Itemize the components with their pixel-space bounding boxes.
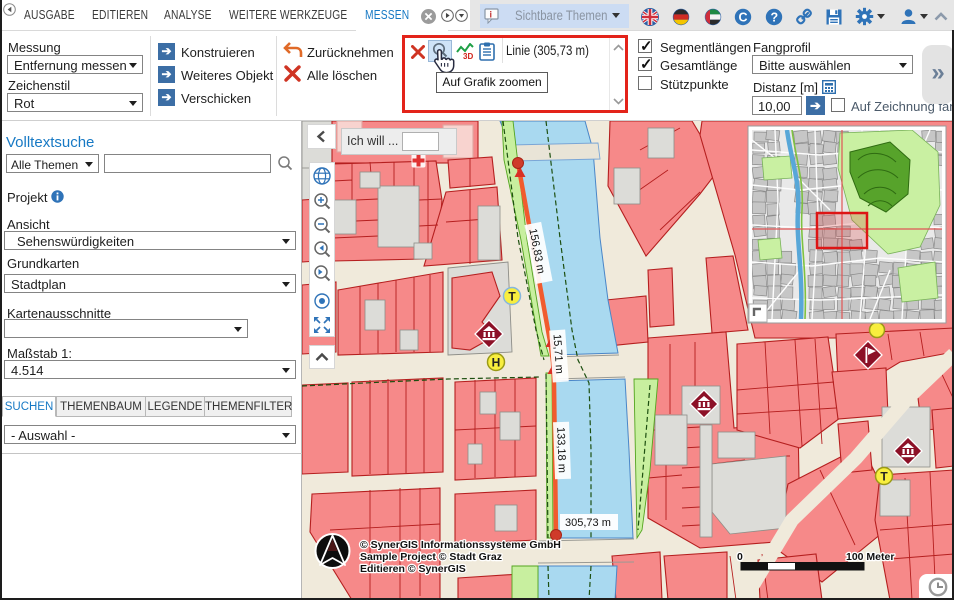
- svg-text:H: H: [492, 356, 501, 370]
- svg-text:Editieren © SynerGIS: Editieren © SynerGIS: [360, 563, 466, 575]
- svg-text:100 Meter: 100 Meter: [846, 551, 894, 563]
- svg-text:Sample Project © Stadt Graz: Sample Project © Stadt Graz: [360, 551, 502, 563]
- svg-text:C: C: [739, 11, 748, 25]
- svg-text:T: T: [880, 470, 888, 484]
- svg-text:0: 0: [737, 551, 743, 563]
- svg-text:305,73 m: 305,73 m: [565, 517, 611, 529]
- svg-text:i: i: [490, 10, 493, 20]
- svg-text:3D: 3D: [463, 52, 473, 61]
- svg-text:133,18 m: 133,18 m: [554, 427, 568, 473]
- svg-text:?: ?: [771, 11, 779, 25]
- svg-text:© SynerGIS Informationssysteme: © SynerGIS Informationssysteme GmbH: [360, 539, 561, 551]
- svg-text:T: T: [508, 290, 516, 304]
